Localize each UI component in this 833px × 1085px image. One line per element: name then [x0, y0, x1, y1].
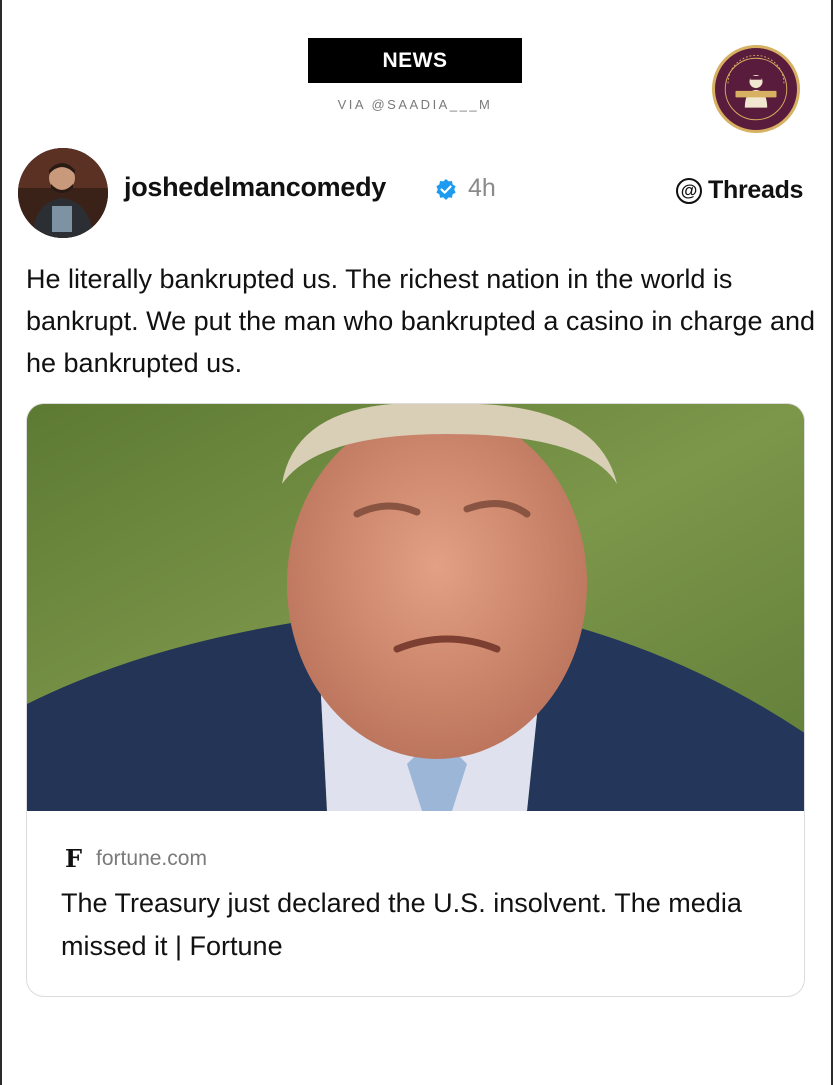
- threads-at-icon: @: [676, 177, 702, 204]
- news-banner-label: NEWS: [382, 48, 448, 72]
- post-timestamp: 4h: [468, 174, 496, 202]
- satire-logo-icon: [712, 45, 800, 133]
- via-credit: VIA @SAADIA___M: [337, 97, 493, 112]
- article-photo: [27, 404, 804, 811]
- article-title[interactable]: The Treasury just declared the U.S. inso…: [61, 882, 781, 968]
- article-domain: fortune.com: [96, 846, 207, 870]
- post-body-text: He literally bankrupted us. The richest …: [26, 264, 816, 378]
- verified-badge-icon: [436, 179, 456, 200]
- news-banner: NEWS: [308, 38, 522, 83]
- author-avatar[interactable]: [18, 148, 108, 238]
- article-source-row: F fortune.com: [65, 844, 207, 873]
- threads-platform-link[interactable]: @ Threads: [676, 176, 803, 205]
- author-username[interactable]: joshedelmancomedy: [124, 172, 386, 203]
- frame-left-border: [0, 0, 2, 1085]
- link-preview-card[interactable]: F fortune.com The Treasury just declared…: [26, 403, 805, 997]
- fortune-f-icon: F: [65, 844, 83, 873]
- threads-label: Threads: [708, 176, 804, 204]
